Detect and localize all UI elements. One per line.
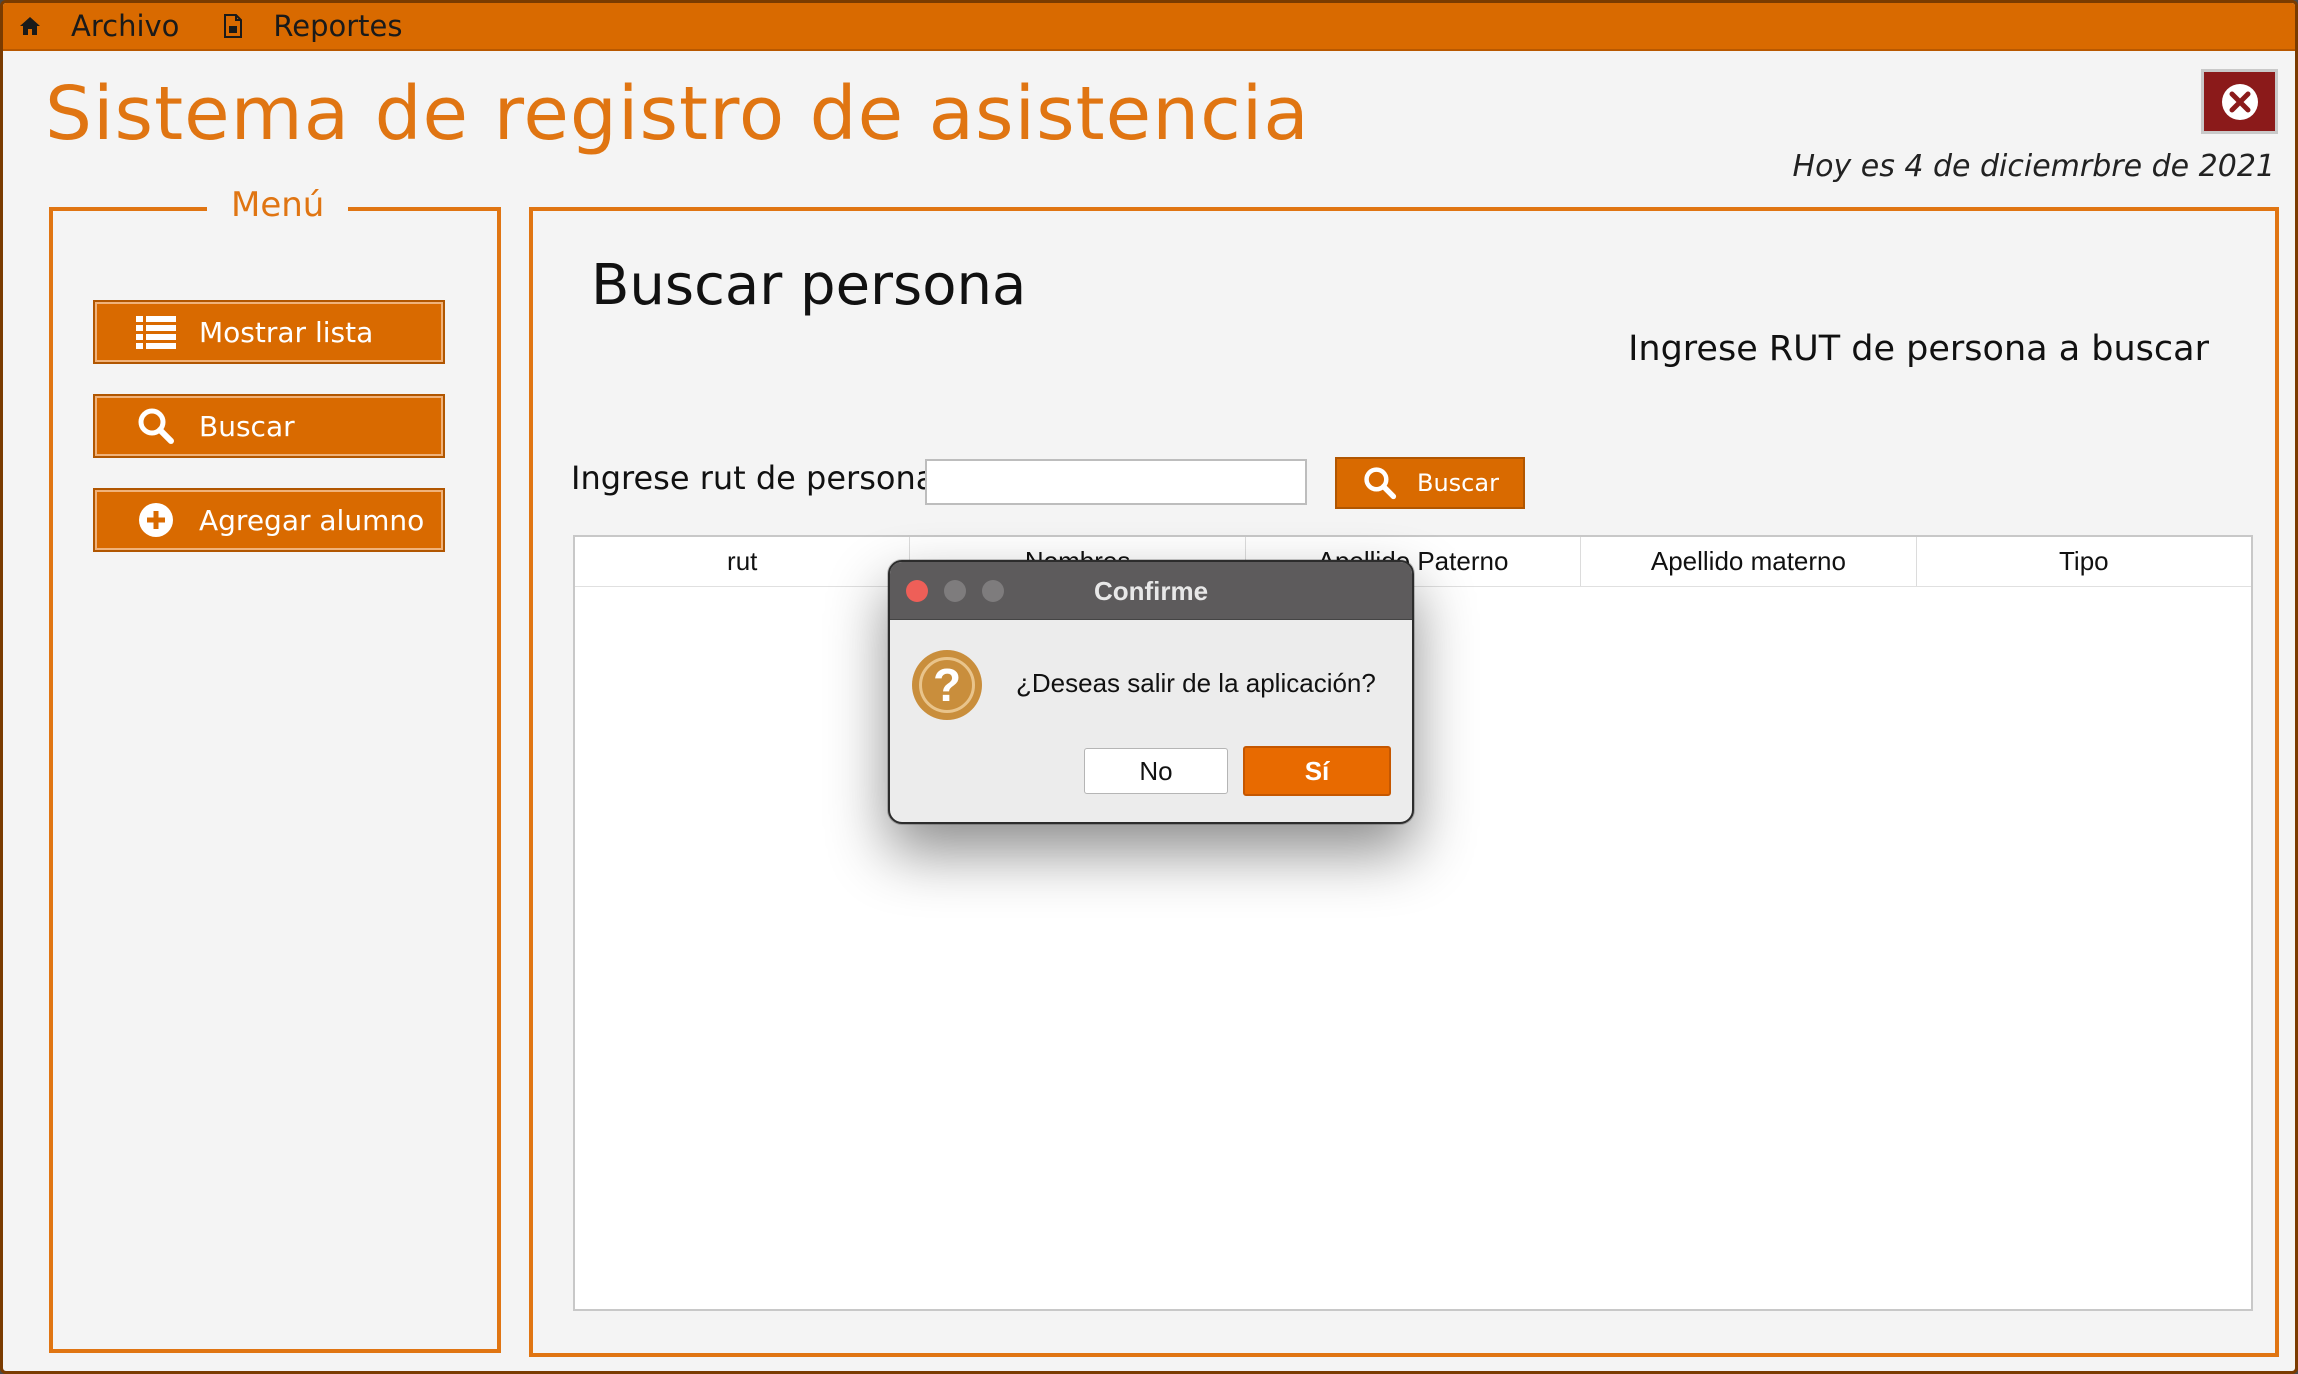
search-button[interactable]: Buscar [1335, 457, 1525, 509]
list-icon [133, 312, 179, 352]
menu-bar: Archivo Reportes [3, 3, 2295, 51]
column-header-tipo[interactable]: Tipo [1917, 537, 2251, 586]
dialog-titlebar: Confirme [890, 562, 1412, 620]
yes-button[interactable]: Sí [1243, 746, 1391, 796]
add-student-label: Agregar alumno [199, 503, 425, 537]
plus-circle-icon [133, 500, 179, 540]
menu-reportes[interactable]: Reportes [207, 3, 420, 50]
close-app-button[interactable] [2201, 69, 2278, 134]
search-menu-button[interactable]: Buscar [93, 394, 445, 458]
menu-panel: Menú Mostrar lista Buscar Agregar alumno [49, 185, 501, 1353]
document-icon [224, 14, 243, 38]
app-window: Archivo Reportes Sistema de registro de … [0, 0, 2298, 1374]
minimize-window-icon[interactable] [944, 579, 966, 602]
close-circle-icon [2221, 83, 2258, 120]
search-icon [1363, 466, 1397, 500]
show-list-label: Mostrar lista [199, 315, 374, 349]
no-button[interactable]: No [1084, 748, 1228, 794]
app-title: Sistema de registro de asistencia [45, 71, 1310, 157]
close-window-icon[interactable] [906, 579, 928, 602]
dialog-body: ? ¿Deseas salir de la aplicación? No Sí [890, 620, 1412, 822]
search-icon [133, 406, 179, 446]
current-date: Hoy es 4 de diciemrbre de 2021 [1792, 149, 2275, 184]
home-icon [20, 17, 40, 35]
question-icon: ? [912, 650, 982, 720]
question-glyph: ? [919, 657, 975, 713]
menu-archivo-label: Archivo [71, 9, 180, 43]
menu-legend: Menú [207, 185, 349, 225]
rut-input[interactable] [925, 459, 1307, 505]
dialog-title: Confirme [1093, 575, 1209, 606]
column-header-apellido-materno[interactable]: Apellido materno [1581, 537, 1917, 586]
show-list-button[interactable]: Mostrar lista [93, 300, 445, 364]
column-header-rut[interactable]: rut [575, 537, 911, 586]
menu-reportes-label: Reportes [273, 9, 403, 43]
section-subtitle: Ingrese RUT de persona a buscar [1628, 329, 2209, 369]
search-button-label: Buscar [1417, 469, 1499, 497]
search-menu-label: Buscar [199, 409, 295, 443]
zoom-window-icon[interactable] [982, 579, 1004, 602]
rut-label: Ingrese rut de persona [571, 459, 936, 497]
menu-archivo[interactable]: Archivo [3, 3, 197, 50]
dialog-message: ¿Deseas salir de la aplicación? [1016, 668, 1376, 698]
add-student-button[interactable]: Agregar alumno [93, 488, 445, 552]
section-title: Buscar persona [591, 253, 1027, 318]
confirm-dialog: Confirme ? ¿Deseas salir de la aplicació… [888, 560, 1414, 824]
